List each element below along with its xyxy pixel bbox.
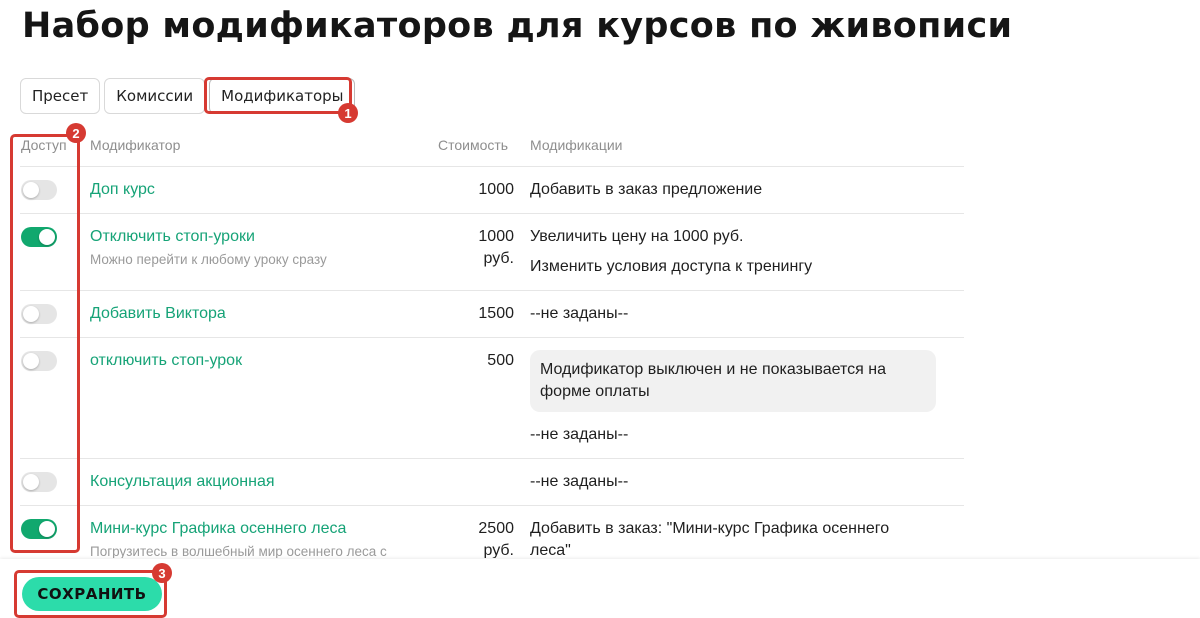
annotation-highlight-access [10, 134, 80, 553]
table-row: отключить стоп-урок 500 Модификатор выкл… [20, 338, 964, 459]
modification-item: Изменить условия доступа к тренингу [530, 258, 813, 275]
modifier-cost: 1500 [478, 305, 514, 322]
footer-bar [0, 559, 1200, 618]
modifier-cost: 1000 [478, 181, 514, 198]
modifications-list: Добавить в заказ предложение [530, 179, 762, 201]
table-row: Доп курс 1000 Добавить в заказ предложен… [20, 167, 964, 214]
header-cost: Стоимость [438, 137, 509, 153]
modifier-name-link[interactable]: Доп курс [90, 181, 155, 199]
modifications-list: --не заданы-- [530, 471, 628, 493]
modifier-name-link[interactable]: Отключить стоп-уроки [90, 228, 255, 246]
annotation-badge: 1 [338, 103, 358, 123]
tab-preset[interactable]: Пресет [20, 78, 101, 114]
modifier-name-link[interactable]: Добавить Виктора [90, 305, 226, 323]
modification-item: --не заданы-- [530, 473, 629, 490]
modifier-cost: 500 [487, 352, 514, 369]
annotation-badge: 3 [152, 563, 172, 583]
annotation-highlight-tabs [204, 77, 352, 114]
modification-item: леса" [530, 542, 571, 558]
annotation-highlight-save [14, 570, 167, 618]
modifier-subtitle: Погрузитесь в волшебный мир осеннего лес… [90, 544, 387, 558]
modifications-list: --не заданы-- [530, 424, 628, 446]
modifier-subtitle: Можно перейти к любому уроку сразу [90, 252, 327, 267]
annotation-badge: 2 [66, 123, 86, 143]
modification-item: Добавить в заказ: "Мини-курс Графика осе… [530, 520, 890, 537]
modification-item: Добавить в заказ предложение [530, 181, 763, 198]
table-row: Отключить стоп-уроки Можно перейти к люб… [20, 214, 964, 291]
modifiers-table: Доступ Модификатор Стоимость Модификации… [20, 124, 964, 558]
modifier-cost: 2500 руб. [478, 520, 514, 558]
modifications-list: Увеличить цену на 1000 руб. Изменить усл… [530, 222, 812, 282]
modification-item: Увеличить цену на 1000 руб. [530, 228, 744, 245]
modifications-list: --не заданы-- [530, 303, 628, 325]
table-row: Консультация акционная --не заданы-- [20, 459, 964, 506]
tab-commissions[interactable]: Комиссии [104, 78, 206, 114]
table-header: Доступ Модификатор Стоимость Модификации [20, 124, 964, 167]
page-title: Набор модификаторов для курсов по живопи… [22, 6, 1013, 46]
header-modifier: Модификатор [90, 137, 181, 153]
table-row: Мини-курс Графика осеннего леса Погрузит… [20, 506, 964, 558]
disabled-notice: Модификатор выключен и не показывается н… [530, 350, 936, 412]
modification-item: --не заданы-- [530, 426, 629, 443]
modifier-name-link[interactable]: Мини-курс Графика осеннего леса [90, 520, 346, 538]
header-modifications: Модификации [530, 137, 623, 153]
modifications-list: Добавить в заказ: "Мини-курс Графика осе… [530, 518, 889, 558]
table-row: Добавить Виктора 1500 --не заданы-- [20, 291, 964, 338]
modifier-name-link[interactable]: отключить стоп-урок [90, 352, 242, 370]
modifier-name-link[interactable]: Консультация акционная [90, 473, 275, 491]
modifier-cost: 1000 руб. [478, 228, 514, 267]
modification-item: --не заданы-- [530, 305, 629, 322]
